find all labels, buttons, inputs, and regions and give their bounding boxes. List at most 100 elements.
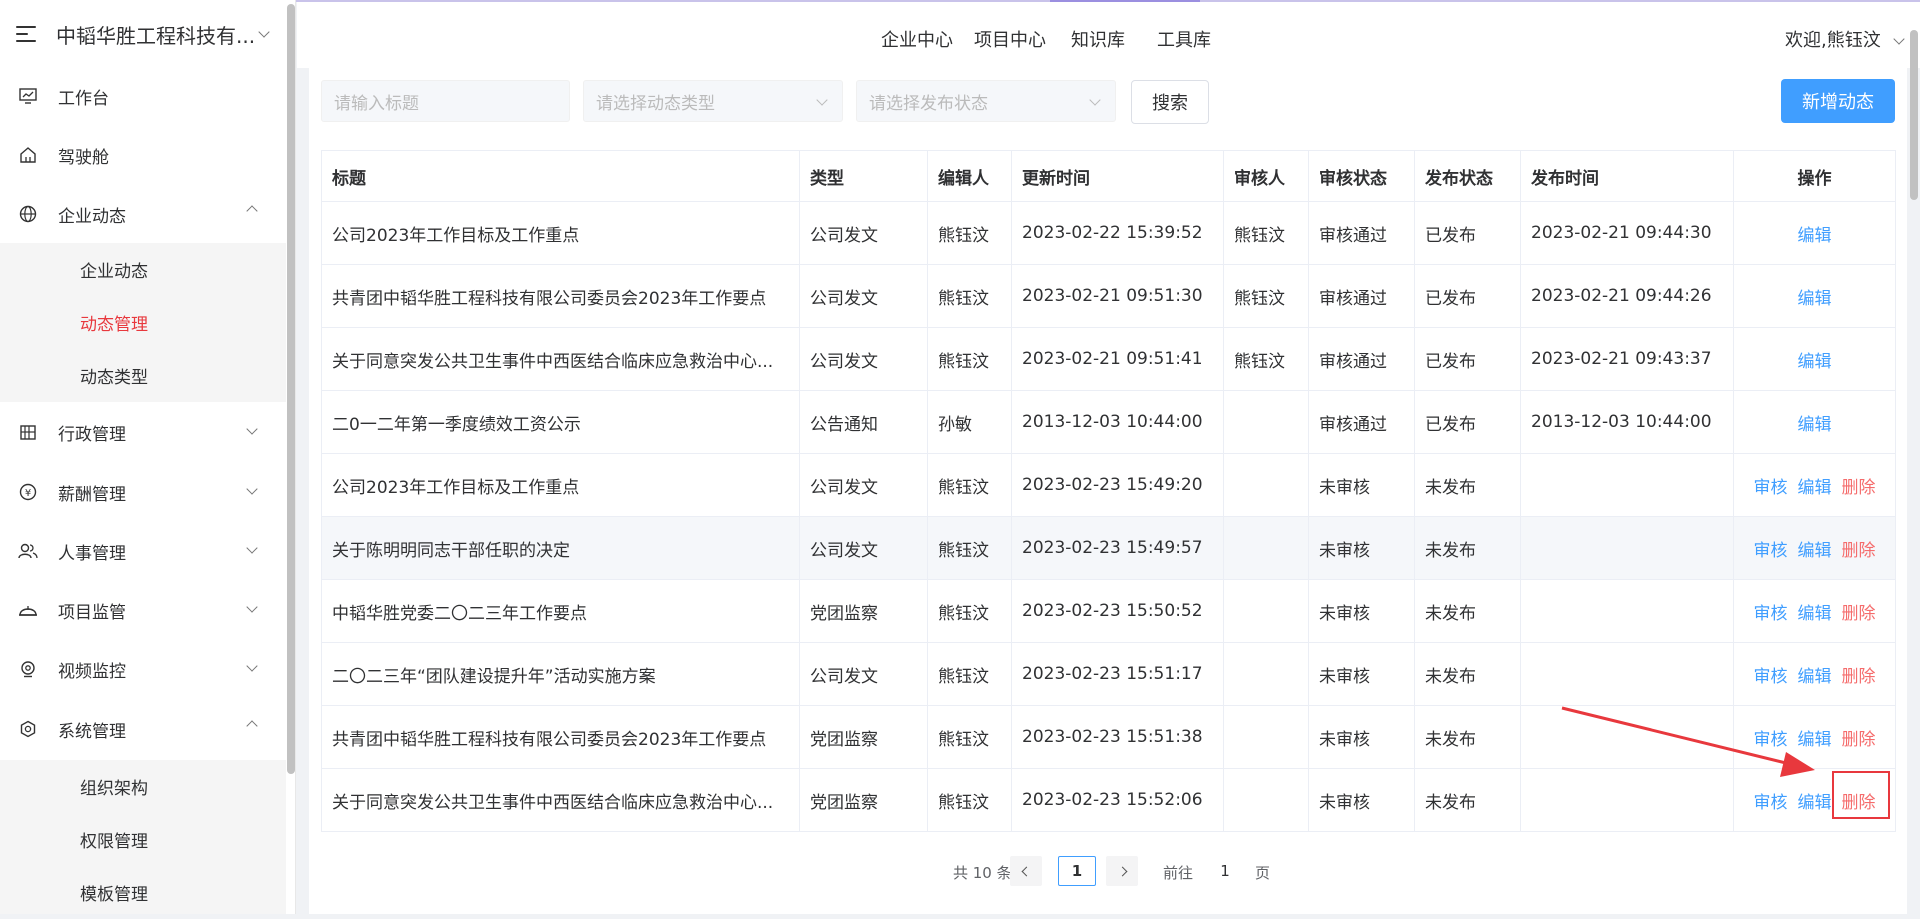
edit-button[interactable]: 编辑 bbox=[1798, 352, 1832, 372]
edit-button[interactable]: 编辑 bbox=[1798, 730, 1832, 750]
sidebar-item-label: 薪酬管理 bbox=[58, 484, 126, 505]
cell-title: 关于同意突发公共卫生事件中西医结合临床应急救治中心... bbox=[321, 327, 800, 391]
add-news-button[interactable]: 新增动态 bbox=[1781, 79, 1895, 123]
cell-title: 关于同意突发公共卫生事件中西医结合临床应急救治中心... bbox=[321, 768, 800, 832]
sidebar-item-label: 驾驶舱 bbox=[58, 147, 109, 168]
sidebar-item-hr[interactable]: 人事管理 bbox=[0, 522, 286, 580]
sidebar-item-admin[interactable]: 行政管理 bbox=[0, 403, 286, 461]
news-table: 标题 类型 编辑人 更新时间 审核人 审核状态 发布状态 发布时间 操作 公司2… bbox=[321, 150, 1896, 832]
review-button[interactable]: 审核 bbox=[1754, 667, 1788, 687]
user-menu[interactable]: 欢迎,熊钰汶 bbox=[1785, 26, 1905, 52]
svg-text:¥: ¥ bbox=[25, 488, 31, 499]
chevron-down-icon[interactable] bbox=[258, 26, 270, 38]
cell-publish-time: 2023-02-21 09:44:30 bbox=[1520, 201, 1734, 265]
delete-button[interactable]: 删除 bbox=[1842, 730, 1876, 750]
cell-updated: 2023-02-23 15:51:17 bbox=[1011, 642, 1224, 706]
review-button[interactable]: 审核 bbox=[1754, 604, 1788, 624]
sidebar-subitem-news-management[interactable]: 动态管理 bbox=[0, 296, 286, 349]
top-header: 企业中心 项目中心 知识库 工具库 欢迎,熊钰汶 bbox=[297, 2, 1920, 71]
sidebar-subitem-permissions[interactable]: 权限管理 bbox=[0, 813, 286, 866]
cell-reviewer bbox=[1223, 768, 1309, 832]
edit-button[interactable]: 编辑 bbox=[1798, 793, 1832, 813]
edit-button[interactable]: 编辑 bbox=[1798, 226, 1832, 246]
cell-publish-status: 未发布 bbox=[1414, 516, 1521, 580]
edit-button[interactable]: 编辑 bbox=[1798, 478, 1832, 498]
sidebar-item-enterprise-news[interactable]: 企业动态 bbox=[0, 185, 286, 243]
col-header-title: 标题 bbox=[321, 150, 800, 202]
next-page-button[interactable] bbox=[1106, 856, 1138, 886]
delete-button[interactable]: 删除 bbox=[1842, 541, 1876, 561]
cell-reviewer bbox=[1223, 579, 1309, 643]
camera-icon bbox=[18, 659, 38, 679]
review-button[interactable]: 审核 bbox=[1754, 793, 1788, 813]
sidebar-subitem-news-type[interactable]: 动态类型 bbox=[0, 349, 286, 402]
table-row: 关于同意突发公共卫生事件中西医结合临床应急救治中心... 党团监察 熊钰汶 2023-… bbox=[321, 768, 1896, 832]
search-button[interactable]: 搜索 bbox=[1131, 80, 1209, 124]
sidebar-scrollbar[interactable] bbox=[287, 4, 295, 774]
current-page-button[interactable]: 1 bbox=[1058, 856, 1096, 886]
users-icon bbox=[18, 541, 38, 561]
cell-publish-status: 未发布 bbox=[1414, 705, 1521, 769]
cell-publish-time bbox=[1520, 768, 1734, 832]
col-header-publish-time: 发布时间 bbox=[1520, 150, 1734, 202]
review-button[interactable]: 审核 bbox=[1754, 541, 1788, 561]
tab-knowledge-base[interactable]: 知识库 bbox=[1071, 26, 1125, 52]
sidebar-item-label: 视频监控 bbox=[58, 661, 126, 682]
table-row: 共青团中韬华胜工程科技有限公司委员会2023年工作要点 公司发文 熊钰汶 2023-0… bbox=[321, 264, 1896, 328]
chevron-down-icon bbox=[246, 601, 258, 613]
cell-type: 公司发文 bbox=[799, 264, 928, 328]
sidebar-item-system[interactable]: 系统管理 bbox=[0, 700, 286, 758]
sidebar-item-video-monitor[interactable]: 视频监控 bbox=[0, 640, 286, 698]
delete-button[interactable]: 删除 bbox=[1842, 604, 1876, 624]
delete-button[interactable]: 删除 bbox=[1842, 478, 1876, 498]
cell-publish-status: 已发布 bbox=[1414, 327, 1521, 391]
annotation-highlight-box bbox=[1832, 771, 1890, 819]
cell-review-status: 未审核 bbox=[1308, 453, 1415, 517]
sidebar-subitem-enterprise-news[interactable]: 企业动态 bbox=[0, 243, 286, 296]
cell-reviewer bbox=[1223, 516, 1309, 580]
sidebar-item-workbench[interactable]: 工作台 bbox=[0, 67, 286, 125]
sidebar-item-cockpit[interactable]: 驾驶舱 bbox=[0, 126, 286, 184]
monitor-chart-icon bbox=[18, 86, 38, 106]
page-scrollbar[interactable] bbox=[1910, 30, 1918, 200]
cell-updated: 2023-02-23 15:49:20 bbox=[1011, 453, 1224, 517]
cell-publish-status: 未发布 bbox=[1414, 642, 1521, 706]
sidebar-item-label: 项目监管 bbox=[58, 602, 126, 623]
table-header-row: 标题 类型 编辑人 更新时间 审核人 审核状态 发布状态 发布时间 操作 bbox=[321, 150, 1896, 202]
cell-publish-status: 未发布 bbox=[1414, 453, 1521, 517]
cell-review-status: 未审核 bbox=[1308, 642, 1415, 706]
table-row: 二0一二年第一季度绩效工资公示 公告通知 孙敏 2013-12-03 10:44:00… bbox=[321, 390, 1896, 454]
sidebar-subitem-templates[interactable]: 模板管理 bbox=[0, 866, 286, 919]
sidebar-subitem-org-structure[interactable]: 组织架构 bbox=[0, 760, 286, 813]
title-search-input[interactable]: 请输入标题 bbox=[321, 80, 570, 122]
goto-page-input[interactable]: 1 bbox=[1202, 856, 1248, 886]
menu-collapse-icon[interactable] bbox=[16, 24, 40, 44]
sidebar-item-salary[interactable]: ¥ 薪酬管理 bbox=[0, 463, 286, 521]
edit-button[interactable]: 编辑 bbox=[1798, 541, 1832, 561]
col-header-actions: 操作 bbox=[1733, 150, 1896, 202]
prev-page-button[interactable] bbox=[1010, 856, 1042, 886]
table-row: 关于陈明明同志干部任职的决定 公司发文 熊钰汶 2023-02-23 15:49:57… bbox=[321, 516, 1896, 580]
brand-header[interactable]: 中韬华胜工程科技有... bbox=[0, 0, 286, 68]
edit-button[interactable]: 编辑 bbox=[1798, 415, 1832, 435]
cell-title: 公司2023年工作目标及工作重点 bbox=[321, 201, 800, 265]
tab-tool-library[interactable]: 工具库 bbox=[1157, 26, 1211, 52]
tab-project-center[interactable]: 项目中心 bbox=[974, 26, 1046, 52]
sidebar-item-label: 工作台 bbox=[58, 88, 109, 109]
edit-button[interactable]: 编辑 bbox=[1798, 604, 1832, 624]
building-icon bbox=[18, 422, 38, 442]
publish-status-placeholder: 请选择发布状态 bbox=[869, 93, 988, 114]
chevron-down-icon bbox=[246, 423, 258, 435]
edit-button[interactable]: 编辑 bbox=[1798, 289, 1832, 309]
publish-status-select[interactable]: 请选择发布状态 bbox=[856, 80, 1116, 122]
sidebar-item-label: 企业动态 bbox=[58, 206, 126, 227]
tab-enterprise-center[interactable]: 企业中心 bbox=[879, 26, 955, 71]
review-button[interactable]: 审核 bbox=[1754, 478, 1788, 498]
cell-updated: 2023-02-21 09:51:41 bbox=[1011, 327, 1224, 391]
review-button[interactable]: 审核 bbox=[1754, 730, 1788, 750]
edit-button[interactable]: 编辑 bbox=[1798, 667, 1832, 687]
delete-button[interactable]: 删除 bbox=[1842, 667, 1876, 687]
sidebar-item-project-supervision[interactable]: 项目监管 bbox=[0, 581, 286, 639]
table-row: 公司2023年工作目标及工作重点 公司发文 熊钰汶 2023-02-22 15:39:… bbox=[321, 201, 1896, 265]
news-type-select[interactable]: 请选择动态类型 bbox=[583, 80, 843, 122]
